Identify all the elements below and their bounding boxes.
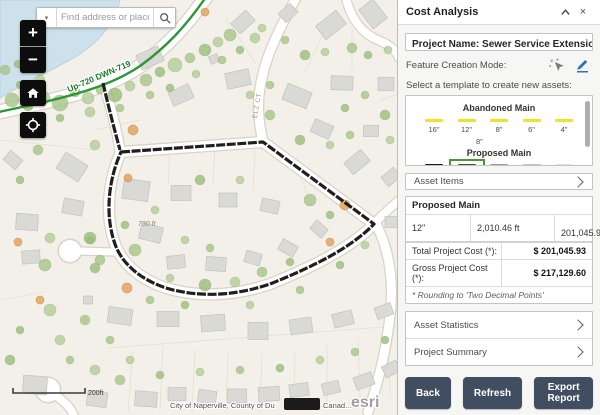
- close-icon: ×: [580, 6, 586, 18]
- chevron-up-icon: [560, 7, 571, 18]
- search-input[interactable]: [57, 8, 153, 27]
- template-picker: Abandoned Main 16"12"8"6"4" 8" Proposed …: [405, 95, 593, 166]
- template-item-proposed-main[interactable]: 12": [451, 161, 483, 166]
- template-item-proposed-main[interactable]: 16": [418, 161, 450, 166]
- template-item-proposed-main[interactable]: 8": [483, 161, 515, 166]
- table-row: 12" 2,010.46 ft $ 201,045.93: [406, 214, 592, 241]
- line-swatch: [555, 119, 573, 122]
- template-item-label: 8": [496, 126, 503, 134]
- expander-group: Asset Statistics Project Summary: [405, 311, 593, 366]
- esri-logo: esri: [351, 394, 379, 411]
- template-item-proposed-main[interactable]: 6": [516, 161, 548, 166]
- template-item-abandoned-main[interactable]: 8": [483, 116, 515, 135]
- proposed-main-title: Proposed Main: [412, 148, 586, 158]
- template-item-label: 4": [561, 126, 568, 134]
- line-swatch: [425, 119, 443, 122]
- locate-me-button[interactable]: [20, 112, 46, 138]
- abandoned-extra-item[interactable]: 8": [476, 137, 586, 146]
- line-swatch: [490, 119, 508, 122]
- chevron-right-icon: [572, 346, 583, 357]
- gross-cost-row: Gross Project Cost (*): $ 217,129.60: [406, 259, 592, 286]
- project-summary-expander[interactable]: Project Summary: [406, 338, 592, 365]
- distance-label: 730 ft: [138, 221, 157, 228]
- project-name-box[interactable]: Project Name: Sewer Service Extension: [405, 33, 593, 51]
- abandoned-main-title: Abandoned Main: [412, 103, 586, 113]
- proposed-main-row: 16"12"8"6"4": [412, 161, 586, 166]
- template-scrollbar[interactable]: [585, 101, 590, 147]
- export-report-button[interactable]: Export Report: [534, 377, 593, 409]
- abandoned-main-row: 16" 12" 8" 6" 4": [412, 116, 586, 135]
- line-swatch: [458, 119, 476, 122]
- panel-title: Cost Analysis: [406, 6, 556, 18]
- table-section-header: Proposed Main: [406, 197, 592, 214]
- feature-creation-mode-label: Feature Creation Mode:: [406, 60, 540, 71]
- project-summary-label: Project Summary: [414, 347, 574, 358]
- magic-wand-cursor-icon: [549, 58, 564, 73]
- panel-header: Cost Analysis ×: [398, 0, 600, 25]
- template-item-label: 6": [528, 126, 535, 134]
- locate-icon: [25, 117, 41, 133]
- template-item-abandoned-main[interactable]: 4": [548, 116, 580, 135]
- feature-creation-mode-row: Feature Creation Mode:: [406, 57, 592, 73]
- template-item-proposed-main[interactable]: 4": [548, 161, 580, 166]
- basemap: Up-720 DWN-719 ELZ CT 730 ft 200ft City …: [0, 0, 397, 415]
- line-swatch: [523, 164, 541, 166]
- action-buttons: Back Refresh Export Report: [405, 377, 593, 409]
- home-extent-button[interactable]: [20, 80, 46, 106]
- search-box: ▾: [36, 7, 176, 28]
- cost-analysis-panel: Cost Analysis × Project Name: Sewer Serv…: [397, 0, 600, 415]
- panel-body: Project Name: Sewer Service Extension Fe…: [398, 25, 600, 415]
- search-button[interactable]: [153, 8, 175, 27]
- minus-icon: −: [28, 50, 38, 70]
- map-canvas[interactable]: Up-720 DWN-719 ELZ CT 730 ft 200ft City …: [0, 0, 397, 415]
- app-window: Up-720 DWN-719 ELZ CT 730 ft 200ft City …: [0, 0, 600, 415]
- zoom-in-button[interactable]: +: [20, 20, 46, 46]
- cost-summary-table: Proposed Main 12" 2,010.46 ft $ 201,045.…: [405, 196, 593, 304]
- asset-statistics-label: Asset Statistics: [414, 320, 574, 331]
- template-item-label: 16": [428, 126, 439, 134]
- plus-icon: +: [28, 23, 38, 43]
- asset-items-label: Asset Items: [414, 176, 574, 187]
- total-cost-row: Total Project Cost (*): $ 201,045.93: [406, 241, 592, 259]
- asset-items-expander[interactable]: Asset Items: [405, 173, 593, 190]
- back-button[interactable]: Back: [405, 377, 451, 409]
- chevron-right-icon: [572, 176, 583, 187]
- smart-mode-button[interactable]: [546, 57, 566, 73]
- refresh-button[interactable]: Refresh: [463, 377, 522, 409]
- template-item-abandoned-main[interactable]: 12": [451, 116, 483, 135]
- scale-label: 200ft: [88, 390, 104, 397]
- line-swatch: [523, 119, 541, 122]
- attribution-overlay: [284, 398, 320, 410]
- chevron-right-icon: [572, 319, 583, 330]
- line-swatch: [425, 164, 443, 166]
- search-icon: [159, 12, 171, 24]
- line-swatch: [490, 164, 508, 166]
- attribution-text-right: Canad...: [323, 401, 351, 410]
- template-item-label: 12": [461, 126, 472, 134]
- attribution-text-left: City of Naperville, County of Du: [170, 401, 275, 410]
- rounding-note: * Rounding to 'Two Decimal Points': [406, 286, 592, 303]
- zoom-out-button[interactable]: −: [20, 47, 46, 73]
- collapse-button[interactable]: [556, 7, 574, 18]
- draw-mode-button[interactable]: [572, 57, 592, 73]
- line-swatch: [458, 164, 476, 166]
- pencil-icon: [574, 57, 590, 73]
- template-item-abandoned-main[interactable]: 16": [418, 116, 450, 135]
- select-template-label: Select a template to create new assets:: [406, 80, 592, 91]
- asset-statistics-expander[interactable]: Asset Statistics: [406, 312, 592, 338]
- template-item-abandoned-main[interactable]: 6": [516, 116, 548, 135]
- home-icon: [26, 86, 40, 100]
- close-button[interactable]: ×: [574, 6, 592, 18]
- line-swatch: [555, 164, 573, 166]
